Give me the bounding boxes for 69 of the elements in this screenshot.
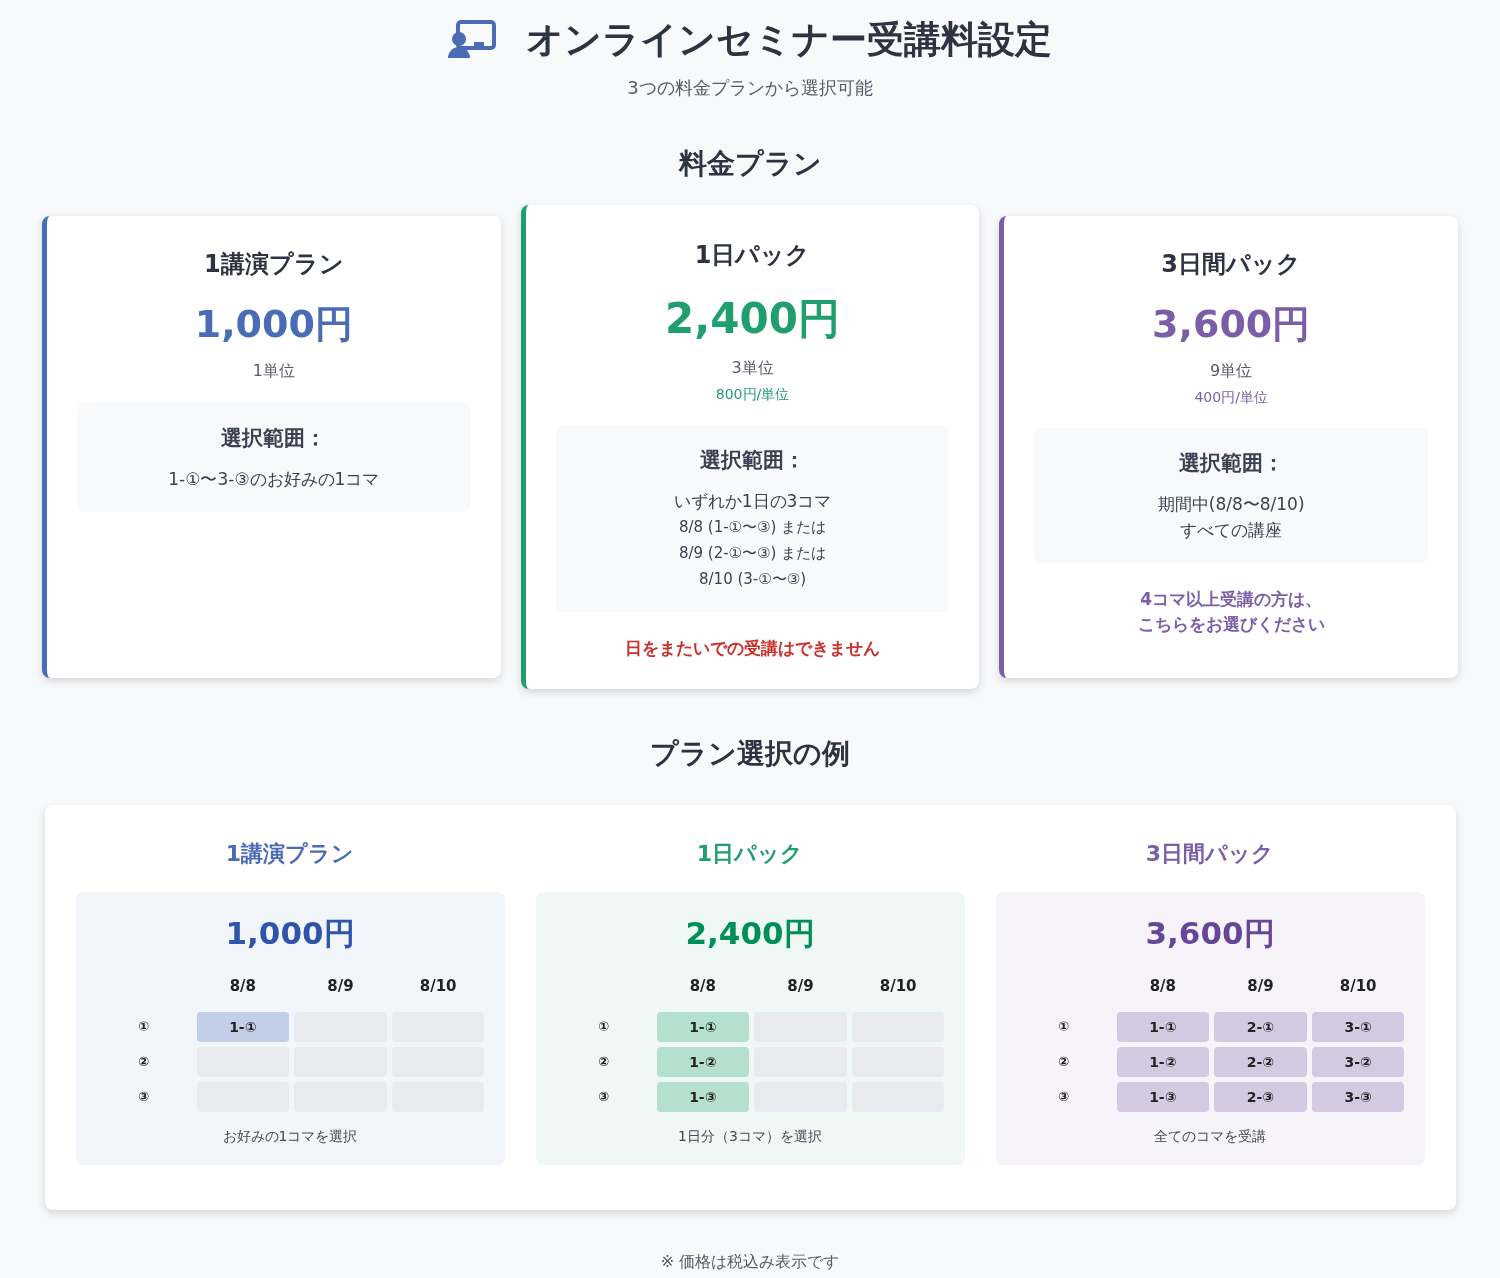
date-header: 8/10 xyxy=(878,975,918,997)
range-text: 1-①〜3-③のお好みの1コマ xyxy=(168,468,380,491)
info-note: 4コマ以上受講の方は、 こちらをお選びください xyxy=(1137,588,1325,636)
plan-units: 3単位 xyxy=(731,356,774,379)
example-title: 3日間パック xyxy=(1145,840,1275,868)
range-text: 期間中(8/8〜8/10) xyxy=(1157,493,1305,516)
date-header: 8/9 xyxy=(1246,975,1275,997)
slot-label: ③ xyxy=(137,1087,150,1106)
selected-slot: 2-② xyxy=(1214,1046,1307,1077)
slot-label: ③ xyxy=(597,1087,610,1106)
date-header: 8/10 xyxy=(418,975,458,997)
plan-price: 1,000円 xyxy=(194,300,353,348)
presenter-icon xyxy=(448,19,496,60)
selected-slot: 1-① xyxy=(1116,1011,1210,1042)
slot-label: ② xyxy=(137,1052,150,1071)
section-heading: 料金プラン xyxy=(678,145,822,182)
date-header: 8/8 xyxy=(688,975,717,997)
selected-slot: 1-③ xyxy=(656,1081,750,1112)
selected-slot: 3-③ xyxy=(1311,1081,1405,1112)
selected-slot: 1-① xyxy=(656,1011,750,1042)
per-unit-price: 400円/単位 xyxy=(1194,387,1268,407)
slot-label: ① xyxy=(137,1017,150,1036)
example-price: 2,400円 xyxy=(685,914,815,953)
date-header: 8/8 xyxy=(1148,975,1177,997)
plan-price: 2,400円 xyxy=(665,292,840,345)
range-text: いずれか1日の3コマ xyxy=(673,490,832,513)
plan-price: 3,600円 xyxy=(1152,300,1311,348)
example-caption: 1日分（3コマ）を選択 xyxy=(678,1126,822,1146)
date-header: 8/8 xyxy=(228,975,257,997)
slot-label: ① xyxy=(1057,1017,1070,1036)
selected-slot: 2-③ xyxy=(1214,1081,1307,1112)
example-title: 1日パック xyxy=(696,840,804,868)
plan-name: 1講演プラン xyxy=(204,248,344,280)
selected-slot: 2-① xyxy=(1214,1011,1307,1042)
page-subtitle: 3つの料金プランから選択可能 xyxy=(627,75,873,100)
example-price: 1,000円 xyxy=(225,914,355,953)
slot-label: ③ xyxy=(1057,1087,1070,1106)
range-title: 選択範囲： xyxy=(1178,449,1284,477)
selected-slot: 1-① xyxy=(196,1011,290,1042)
page-title: オンラインセミナー受講料設定 xyxy=(526,17,1052,63)
plan-units: 9単位 xyxy=(1210,359,1253,382)
example-title: 1講演プラン xyxy=(225,840,355,868)
slot-label: ② xyxy=(597,1052,610,1071)
slot-label: ① xyxy=(597,1017,610,1036)
range-text: 8/9 (2-①〜③) または xyxy=(678,543,827,564)
range-text: 8/8 (1-①〜③) または xyxy=(678,517,827,538)
selected-slot: 1-② xyxy=(656,1046,750,1077)
tax-note: ※ 価格は税込み表示です xyxy=(660,1250,840,1273)
per-unit-price: 800円/単位 xyxy=(715,384,790,404)
range-title: 選択範囲： xyxy=(221,424,327,452)
selected-slot: 1-② xyxy=(1116,1046,1210,1077)
warning-note: 日をまたいでの受講はできません xyxy=(625,637,880,660)
section-heading: プラン選択の例 xyxy=(650,736,850,772)
range-text: すべての講座 xyxy=(1180,519,1283,542)
slot-label: ② xyxy=(1057,1052,1070,1071)
example-price: 3,600円 xyxy=(1145,914,1275,953)
range-text: 8/10 (3-①〜③) xyxy=(699,569,806,590)
date-header: 8/9 xyxy=(326,975,355,997)
range-title: 選択範囲： xyxy=(700,446,805,474)
date-header: 8/9 xyxy=(786,975,815,997)
plan-units: 1単位 xyxy=(252,359,295,382)
plan-name: 3日間パック xyxy=(1161,248,1302,280)
selected-slot: 3-② xyxy=(1311,1046,1405,1077)
selected-slot: 3-① xyxy=(1311,1011,1405,1042)
example-caption: お好みの1コマを選択 xyxy=(222,1126,358,1146)
example-caption: 全てのコマを受講 xyxy=(1154,1126,1266,1146)
selected-slot: 1-③ xyxy=(1116,1081,1210,1112)
date-header: 8/10 xyxy=(1338,975,1378,997)
plan-name: 1日パック xyxy=(694,239,811,271)
